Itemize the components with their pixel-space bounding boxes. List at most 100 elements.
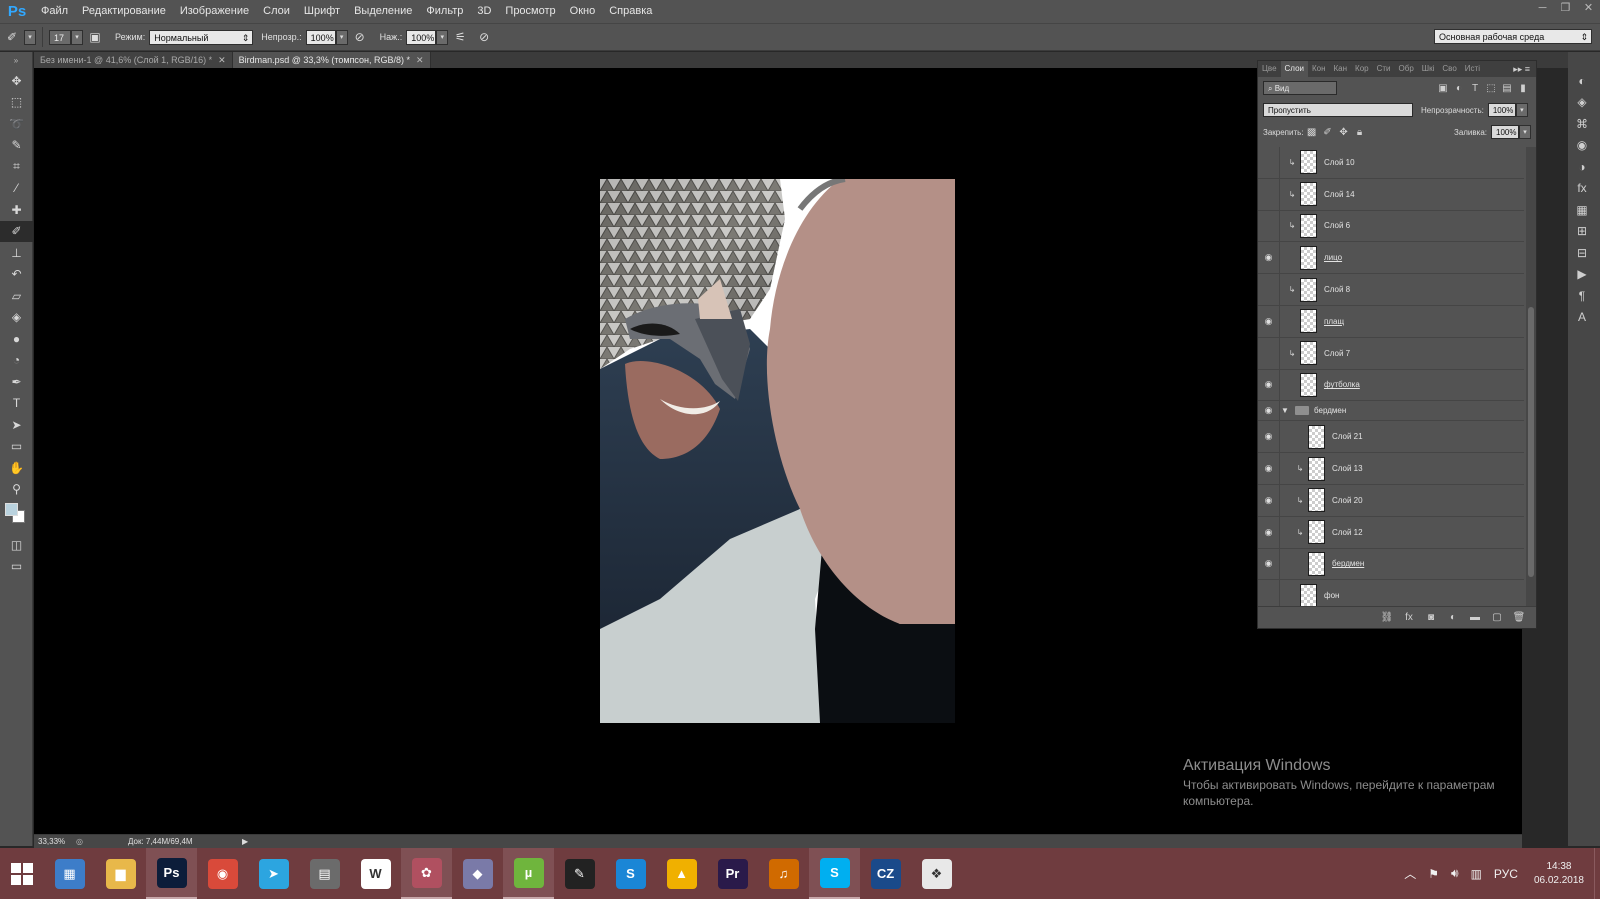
menu-item-5[interactable]: Выделение [347, 0, 419, 23]
status-info-icon[interactable]: ◎ [76, 837, 83, 846]
eyedropper-icon[interactable]: ⁄ [0, 178, 33, 200]
workspace-select[interactable]: Основная рабочая среда ⇕ [1434, 29, 1592, 44]
scrollbar-thumb[interactable] [1528, 307, 1534, 577]
foreground-color-swatch[interactable] [5, 503, 18, 516]
opacity-dropdown[interactable]: ▾ [335, 29, 348, 45]
layer-thumbnail[interactable] [1300, 341, 1317, 366]
blur-icon[interactable]: ● [0, 328, 33, 350]
layer-thumbnail[interactable] [1300, 213, 1317, 238]
layer-opacity-input[interactable]: 100% [1487, 103, 1516, 117]
layer-thumbnail[interactable] [1300, 245, 1317, 270]
taskbar-app-premiere[interactable]: Pr [707, 848, 758, 899]
history-brush-icon[interactable]: ↶ [0, 264, 33, 286]
eye-icon[interactable]: ◉ [1258, 242, 1280, 274]
eye-icon[interactable]: ◉ [1258, 516, 1280, 548]
panel-tab-7[interactable]: Шкі [1418, 61, 1439, 77]
layer-group-row[interactable]: ◉ ▼ бердмен [1258, 401, 1524, 422]
layer-name[interactable]: Слой 8 [1324, 285, 1350, 294]
brush-panel-toggle-icon[interactable]: ▣ [86, 28, 104, 46]
eye-icon[interactable]: ◉ [1258, 305, 1280, 337]
menu-item-8[interactable]: Просмотр [498, 0, 562, 23]
layers-panel-icon[interactable]: ◈ [1568, 92, 1596, 114]
eye-icon[interactable]: ◉ [1258, 401, 1280, 421]
flow-input[interactable]: 100% [406, 29, 437, 45]
menu-item-1[interactable]: Редактирование [75, 0, 173, 23]
brush-preset-dropdown[interactable]: ▾ [24, 29, 36, 45]
taskbar-app-shazam[interactable]: S [605, 848, 656, 899]
artwork-canvas[interactable] [600, 179, 955, 723]
menu-item-0[interactable]: Файл [34, 0, 75, 23]
panel-tab-3[interactable]: Кан [1330, 61, 1352, 77]
layer-thumbnail[interactable] [1300, 583, 1317, 607]
layer-name[interactable]: бердмен [1314, 406, 1346, 415]
taskbar-app-popcorn[interactable]: ❖ [911, 848, 962, 899]
hidden-visibility-toggle[interactable] [1258, 337, 1280, 369]
start-button[interactable] [0, 848, 44, 899]
eye-icon[interactable]: ◉ [1258, 548, 1280, 580]
show-hidden-icons-icon[interactable]: ︿ [1398, 865, 1422, 882]
fill-input[interactable]: 100% [1491, 125, 1519, 139]
paths-panel-icon[interactable]: ⌘ [1568, 113, 1596, 135]
menu-item-2[interactable]: Изображение [173, 0, 256, 23]
dodge-icon[interactable]: ◔ [0, 350, 33, 372]
panel-tab-9[interactable]: Исті [1461, 61, 1484, 77]
filter-adjustment-icon[interactable]: ◐ [1451, 83, 1467, 94]
layer-name[interactable]: лицо [1324, 253, 1342, 262]
flow-dropdown[interactable]: ▾ [436, 29, 449, 45]
layer-thumbnail[interactable] [1308, 424, 1325, 449]
layer-row[interactable]: ◉ футболка [1258, 369, 1524, 402]
hidden-visibility-toggle[interactable] [1258, 147, 1280, 178]
mode-select[interactable]: Нормальный ⇕ [149, 29, 254, 45]
layer-style-icon[interactable]: fx [1398, 612, 1420, 623]
show-desktop-button[interactable] [1594, 848, 1600, 899]
eye-icon[interactable]: ◉ [1258, 453, 1280, 484]
layer-name[interactable]: Слой 13 [1332, 464, 1363, 473]
close-icon[interactable]: ✕ [416, 55, 424, 65]
new-layer-icon[interactable]: ▢ [1486, 612, 1508, 623]
lock-transparency-icon[interactable]: ▩ [1304, 127, 1320, 138]
layer-name[interactable]: плащ [1324, 317, 1344, 326]
layer-row[interactable]: ↳ Слой 14 [1258, 178, 1524, 211]
shape-icon[interactable]: ▭ [0, 436, 33, 458]
layer-row[interactable]: ◉ лицо [1258, 242, 1524, 275]
tab-untitled-1[interactable]: Без имени-1 @ 41,6% (Слой 1, RGB/16) * ✕ [34, 52, 233, 68]
status-menu-arrow-icon[interactable]: ▶ [242, 837, 248, 846]
group-expand-icon[interactable]: ▼ [1280, 406, 1290, 415]
panel-tab-0[interactable]: Цве [1258, 61, 1281, 77]
crop-icon[interactable]: ⌗ [0, 156, 33, 178]
flag-icon[interactable]: ⚑ [1422, 867, 1445, 881]
taskbar-app-audio[interactable]: ♫ [758, 848, 809, 899]
network-icon[interactable]: ▥ [1465, 867, 1488, 881]
layer-name[interactable]: Слой 6 [1324, 221, 1350, 230]
tab-birdman[interactable]: Birdman.psd @ 33,3% (томпсон, RGB/8) * ✕ [232, 52, 431, 68]
stamp-icon[interactable]: ⊥ [0, 242, 33, 264]
taskbar-app-chrome[interactable]: ◉ [197, 848, 248, 899]
menu-item-3[interactable]: Слои [256, 0, 297, 23]
panel-tab-2[interactable]: Кон [1308, 61, 1330, 77]
menu-item-7[interactable]: 3D [470, 0, 498, 23]
eye-icon[interactable]: ◉ [1258, 421, 1280, 453]
channels-panel-icon[interactable]: ◉ [1568, 135, 1596, 157]
menu-item-4[interactable]: Шрифт [297, 0, 347, 23]
taskbar-app-wps[interactable]: W [350, 848, 401, 899]
layer-thumbnail[interactable] [1300, 277, 1317, 302]
layer-row[interactable]: ↳ Слой 7 [1258, 337, 1524, 370]
layer-row[interactable]: ◉ плащ [1258, 305, 1524, 338]
add-mask-icon[interactable]: ◙ [1420, 612, 1442, 623]
layer-row[interactable]: ↳ Слой 8 [1258, 274, 1524, 306]
layer-name[interactable]: Слой 10 [1324, 158, 1355, 167]
zoom-level[interactable]: 33,33% [34, 837, 76, 846]
taskbar-app-3d-app[interactable]: ◆ [452, 848, 503, 899]
bucket-icon[interactable]: ◈ [0, 307, 33, 329]
lock-all-icon[interactable]: 🔒︎ [1352, 127, 1368, 138]
character-panel-icon[interactable]: A [1568, 307, 1596, 329]
screen-mode-icon[interactable]: ▭ [0, 556, 33, 578]
layer-thumbnail[interactable] [1300, 182, 1317, 207]
panel-tab-5[interactable]: Сти [1373, 61, 1395, 77]
layer-row[interactable]: ↳ Слой 10 [1258, 147, 1524, 179]
layer-row[interactable]: ◉ Слой 21 [1258, 421, 1524, 454]
taskbar-app-explorer[interactable]: ▆ [95, 848, 146, 899]
paragraph-panel-icon[interactable]: ¶ [1568, 285, 1596, 307]
zoom-icon[interactable]: ⚲ [0, 479, 33, 501]
opacity-input[interactable]: 100% [305, 29, 336, 45]
